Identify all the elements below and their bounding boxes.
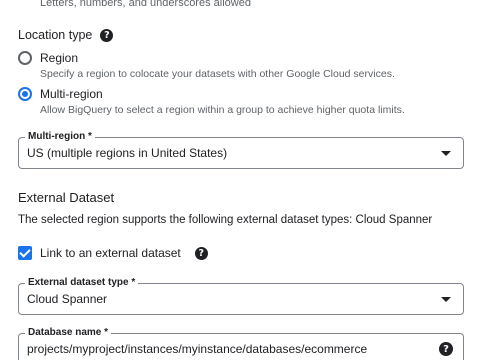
external-dataset-heading: External Dataset [18,190,115,205]
link-external-dataset-checkbox-row[interactable]: Link to an external dataset ? [18,246,208,260]
radio-region-description: Specify a region to colocate your datase… [40,68,395,80]
database-name-value[interactable]: projects/myproject/instances/myinstance/… [27,342,367,356]
checkbox-checked-icon[interactable] [18,246,32,260]
multi-region-select[interactable]: Multi-region * US (multiple regions in U… [18,131,464,169]
link-external-dataset-label: Link to an external dataset [40,246,181,260]
multi-region-label: Multi-region * [25,131,95,143]
external-dataset-type-value: Cloud Spanner [27,292,108,306]
multi-region-value: US (multiple regions in United States) [27,146,228,160]
database-name-label: Database name * [25,327,112,339]
dataset-id-hint: Letters, numbers, and underscores allowe… [40,0,251,9]
radio-multi-region-description: Allow BigQuery to select a region within… [40,104,405,116]
dropdown-arrow-icon[interactable] [441,297,451,302]
help-icon[interactable]: ? [100,28,114,42]
external-dataset-type-label: External dataset type * [25,277,139,289]
radio-region-title: Region [40,51,79,65]
help-icon[interactable]: ? [439,342,453,356]
external-dataset-description: The selected region supports the followi… [18,214,433,226]
database-name-input[interactable]: Database name * projects/myproject/insta… [18,327,464,360]
radio-multi-region-title: Multi-region [40,87,103,101]
help-icon[interactable]: ? [194,246,208,260]
dropdown-arrow-icon[interactable] [441,151,451,156]
radio-multi-region-button[interactable] [18,87,32,101]
external-dataset-type-select[interactable]: External dataset type * Cloud Spanner [18,277,464,315]
radio-multi-region[interactable]: Multi-region Allow BigQuery to select a … [18,86,405,118]
radio-region-button[interactable] [18,51,32,65]
radio-region[interactable]: Region Specify a region to colocate your… [18,50,395,82]
location-type-label: Location type ? [18,28,114,42]
location-type-label-text: Location type [18,28,93,42]
